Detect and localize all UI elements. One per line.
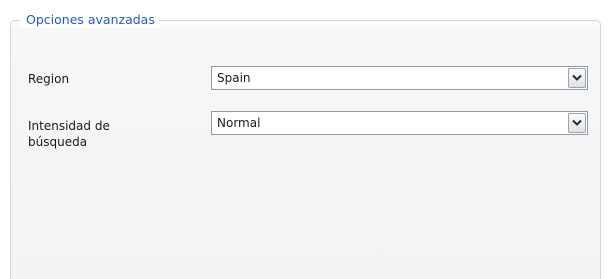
region-select[interactable]: Spain [211, 66, 588, 90]
intensidad-label: Intensidad de búsqueda [28, 118, 198, 150]
region-label: Region [28, 72, 70, 86]
chevron-down-icon [572, 119, 582, 126]
region-select-value: Spain [217, 71, 251, 85]
groupbox-title: Opciones avanzadas [20, 12, 159, 28]
chevron-down-icon [572, 74, 582, 81]
intensidad-select[interactable]: Normal [211, 111, 588, 135]
intensidad-dropdown-button[interactable] [568, 113, 586, 133]
intensidad-label-text: Intensidad de búsqueda [28, 119, 110, 149]
intensidad-select-value: Normal [217, 116, 261, 130]
region-dropdown-button[interactable] [568, 68, 586, 88]
